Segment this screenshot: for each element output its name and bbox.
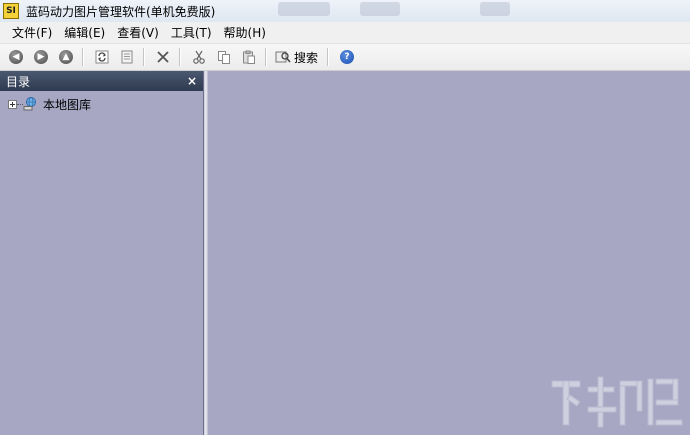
up-icon: ▲ bbox=[59, 50, 73, 64]
refresh-button[interactable] bbox=[91, 46, 113, 68]
toolbar: ◀ ▶ ▲ 搜索 ? bbox=[0, 44, 690, 71]
toolbar-separator bbox=[179, 48, 180, 66]
menu-edit[interactable]: 编辑(E) bbox=[58, 24, 111, 41]
search-button[interactable]: 搜索 bbox=[271, 46, 322, 68]
back-icon: ◀ bbox=[9, 50, 23, 64]
paste-button[interactable] bbox=[238, 46, 260, 68]
cut-button[interactable] bbox=[188, 46, 210, 68]
tree-item-local-library[interactable]: 本地图库 bbox=[0, 96, 203, 112]
back-button[interactable]: ◀ bbox=[5, 46, 27, 68]
directory-panel-title: 目录 bbox=[6, 74, 31, 89]
directory-panel-header: 目录 × bbox=[0, 71, 203, 91]
watermark-logo bbox=[551, 376, 683, 428]
menu-help[interactable]: 帮助(H) bbox=[218, 24, 272, 41]
search-label: 搜索 bbox=[294, 50, 319, 65]
cut-icon bbox=[193, 50, 205, 64]
toolbar-separator bbox=[265, 48, 266, 66]
forward-button[interactable]: ▶ bbox=[30, 46, 52, 68]
toolbar-separator bbox=[327, 48, 329, 66]
forward-icon: ▶ bbox=[34, 50, 48, 64]
app-icon: SI bbox=[3, 3, 19, 19]
properties-icon bbox=[121, 50, 133, 64]
menu-file[interactable]: 文件(F) bbox=[6, 24, 58, 41]
copy-button[interactable] bbox=[213, 46, 235, 68]
search-icon bbox=[275, 51, 291, 63]
delete-icon bbox=[157, 51, 169, 63]
directory-panel: 目录 × 本地图库 bbox=[0, 71, 204, 435]
background-window-ghost bbox=[360, 2, 400, 16]
copy-icon bbox=[218, 51, 230, 64]
delete-button[interactable] bbox=[152, 46, 174, 68]
background-window-ghost bbox=[480, 2, 510, 16]
menu-bar: 文件(F) 编辑(E) 查看(V) 工具(T) 帮助(H) bbox=[0, 22, 690, 44]
background-window-ghost bbox=[278, 2, 330, 16]
help-button[interactable]: ? bbox=[336, 46, 358, 68]
menu-view[interactable]: 查看(V) bbox=[111, 24, 165, 41]
up-button[interactable]: ▲ bbox=[55, 46, 77, 68]
toolbar-separator bbox=[143, 48, 144, 66]
title-bar: SI 蓝码动力图片管理软件(单机免费版) bbox=[0, 0, 690, 22]
help-icon: ? bbox=[340, 50, 355, 64]
properties-button[interactable] bbox=[116, 46, 138, 68]
window-title: 蓝码动力图片管理软件(单机免费版) bbox=[26, 4, 216, 19]
toolbar-separator bbox=[82, 48, 83, 66]
globe-computer-icon bbox=[23, 97, 36, 111]
menu-tools[interactable]: 工具(T) bbox=[165, 24, 218, 41]
paste-icon bbox=[243, 50, 255, 64]
tree-item-label: 本地图库 bbox=[43, 97, 92, 112]
refresh-icon bbox=[95, 50, 109, 64]
close-panel-button[interactable]: × bbox=[187, 74, 197, 88]
expand-icon[interactable] bbox=[8, 99, 17, 109]
